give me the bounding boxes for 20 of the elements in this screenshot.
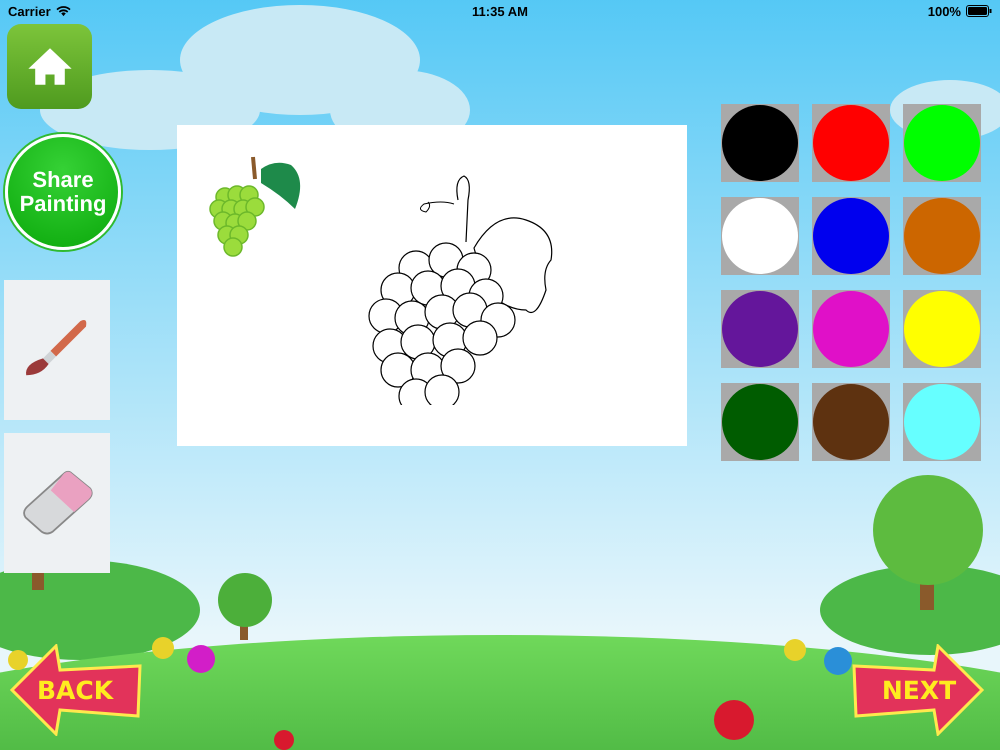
eraser-tool-button[interactable]: [4, 433, 110, 573]
battery-percent: 100%: [928, 4, 961, 18]
flower: [714, 700, 754, 740]
wifi-icon: [56, 6, 71, 16]
clock-time: 11:35 AM: [472, 4, 528, 18]
drawing-canvas[interactable]: [177, 125, 687, 446]
back-button[interactable]: BACK: [8, 644, 142, 736]
flower: [152, 637, 174, 659]
next-button[interactable]: NEXT: [852, 644, 986, 736]
home-icon: [26, 46, 72, 87]
flower: [824, 647, 852, 675]
carrier-label: Carrier: [8, 4, 51, 18]
flower: [187, 645, 215, 673]
home-button[interactable]: [7, 24, 92, 109]
battery-icon: [966, 5, 992, 17]
brush-tool-button[interactable]: [4, 280, 110, 420]
tree: [218, 573, 272, 640]
flower: [784, 639, 806, 661]
flower: [8, 650, 28, 670]
flower: [274, 730, 294, 750]
